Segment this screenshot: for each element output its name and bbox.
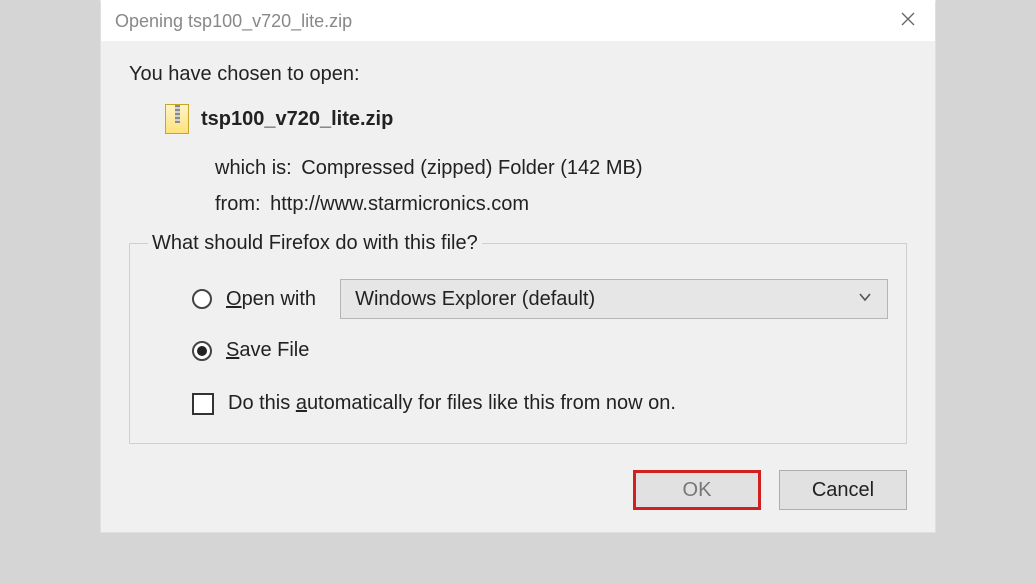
file-meta: which is: Compressed (zipped) Folder (14…	[129, 150, 907, 222]
from-label: from:	[215, 193, 261, 215]
prompt-text: You have chosen to open:	[129, 63, 907, 86]
close-icon	[900, 11, 916, 32]
filename: tsp100_v720_lite.zip	[201, 108, 393, 131]
zip-file-icon	[165, 104, 189, 134]
open-with-combo[interactable]: Windows Explorer (default)	[340, 279, 888, 319]
button-bar: OK Cancel	[101, 464, 935, 532]
auto-label: Do this automatically for files like thi…	[228, 392, 676, 415]
which-is-label: which is:	[215, 157, 292, 179]
ok-button[interactable]: OK	[633, 470, 761, 510]
save-file-row[interactable]: Save File	[148, 339, 888, 362]
window-title: Opening tsp100_v720_lite.zip	[115, 11, 352, 32]
file-row: tsp100_v720_lite.zip	[129, 104, 907, 134]
open-with-label: Open with	[226, 288, 316, 311]
save-file-label: Save File	[226, 339, 309, 362]
open-with-radio[interactable]	[192, 289, 212, 309]
chevron-down-icon	[857, 288, 873, 311]
download-dialog: Opening tsp100_v720_lite.zip You have ch…	[100, 0, 936, 533]
cancel-button[interactable]: Cancel	[779, 470, 907, 510]
auto-checkbox[interactable]	[192, 393, 214, 415]
action-group: What should Firefox do with this file? O…	[129, 232, 907, 444]
auto-row[interactable]: Do this automatically for files like thi…	[148, 392, 888, 415]
open-with-row[interactable]: Open with Windows Explorer (default)	[148, 279, 888, 319]
titlebar: Opening tsp100_v720_lite.zip	[101, 1, 935, 41]
combo-value: Windows Explorer (default)	[355, 288, 595, 311]
save-file-radio[interactable]	[192, 341, 212, 361]
dialog-body: You have chosen to open: tsp100_v720_lit…	[101, 41, 935, 464]
group-legend: What should Firefox do with this file?	[148, 232, 482, 255]
close-button[interactable]	[881, 1, 935, 41]
which-is-value: Compressed (zipped) Folder (142 MB)	[301, 157, 642, 179]
from-value: http://www.starmicronics.com	[270, 193, 529, 215]
